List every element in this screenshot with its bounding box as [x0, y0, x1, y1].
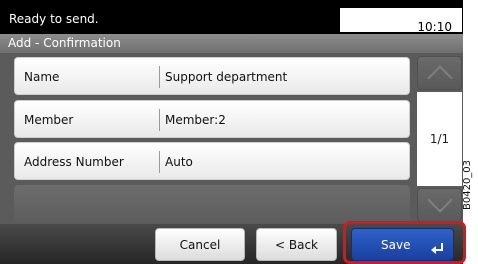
status-bar: Ready to send. 10:10 — [0, 0, 463, 34]
screen-title: Add - Confirmation — [8, 36, 121, 50]
row-value: Support department — [165, 70, 288, 84]
row-value: Member:2 — [165, 113, 226, 127]
figure-id: B0420_03 — [462, 159, 473, 210]
row-label: Name — [24, 70, 60, 84]
status-time-box: 10:10 — [340, 8, 462, 34]
status-time: 10:10 — [417, 20, 452, 34]
row-value: Auto — [165, 155, 193, 169]
back-button[interactable]: < Back — [256, 228, 337, 261]
cancel-button[interactable]: Cancel — [155, 228, 245, 261]
page-indicator: 1/1 — [429, 132, 450, 146]
row-divider — [159, 109, 160, 131]
save-highlight-frame — [343, 221, 466, 264]
row-divider — [159, 66, 160, 88]
row-label: Member — [24, 113, 74, 127]
page-indicator-panel: 1/1 — [417, 92, 462, 186]
row-member[interactable]: Member Member:2 — [14, 100, 410, 138]
row-divider — [159, 151, 160, 173]
status-message: Ready to send. — [9, 12, 99, 26]
empty-row — [14, 185, 410, 223]
scroll-up-button[interactable] — [417, 56, 462, 91]
screen-title-bar: Add - Confirmation — [0, 34, 463, 53]
row-address-number[interactable]: Address Number Auto — [14, 142, 410, 180]
row-name[interactable]: Name Support department — [14, 57, 410, 95]
chevron-up-icon — [427, 65, 453, 91]
scroll-down-button[interactable] — [417, 187, 462, 222]
row-label: Address Number — [24, 155, 124, 169]
chevron-down-icon — [427, 187, 453, 213]
